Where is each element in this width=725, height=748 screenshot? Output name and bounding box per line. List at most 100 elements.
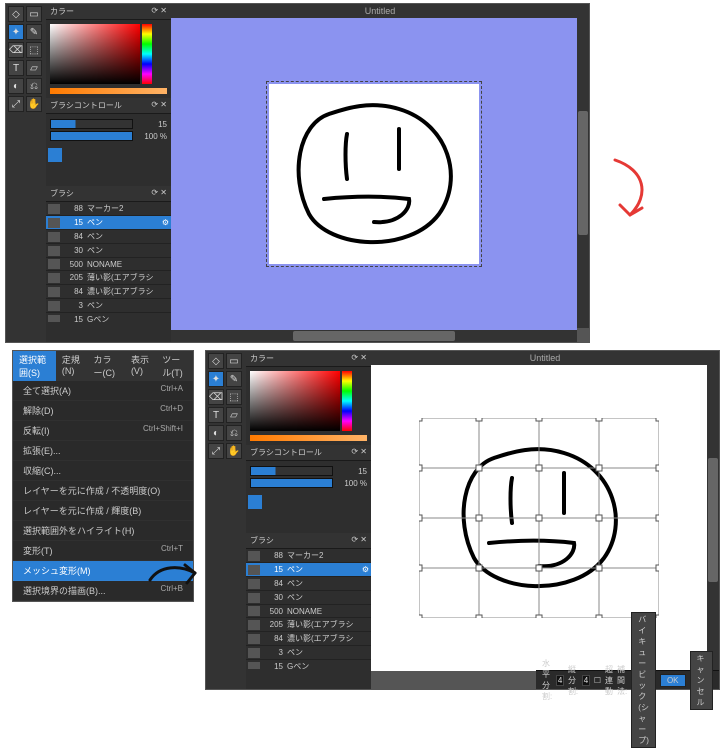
gear-icon[interactable]: ⚙ <box>162 218 169 227</box>
brush-opacity-slider[interactable] <box>50 131 133 141</box>
mesh-handle[interactable] <box>656 418 659 421</box>
mesh-handle[interactable] <box>656 615 659 618</box>
scrollbar-thumb[interactable] <box>708 458 718 582</box>
tool-wand-icon[interactable]: ✦ <box>8 24 24 40</box>
panel-close-icon[interactable]: ⟳ ✕ <box>351 353 367 364</box>
panel-close-icon[interactable]: ⟳ ✕ <box>351 535 367 546</box>
menu-item[interactable]: 全て選択(A)Ctrl+A <box>13 381 193 401</box>
tool-pen-icon[interactable]: ✎ <box>26 24 42 40</box>
brush-preset-item[interactable]: 500NONAME <box>246 605 371 618</box>
gear-icon[interactable]: ⚙ <box>362 565 369 574</box>
tool-marquee-icon[interactable]: ⬚ <box>226 389 242 405</box>
brush-panel-header[interactable]: ブラシ ⟳ ✕ <box>246 533 371 549</box>
mesh-handle[interactable] <box>419 465 422 471</box>
menu-item[interactable]: レイヤーを元に作成 / 不透明度(O) <box>13 481 193 501</box>
menu-bar-item[interactable]: 表示(V) <box>125 351 156 381</box>
tool-text-icon[interactable]: T <box>208 407 224 423</box>
brush-preset-item[interactable]: 84ペン <box>246 577 371 591</box>
brush-preset-item[interactable]: 205薄い影(エアブラシ <box>246 618 371 632</box>
tool-pan-icon[interactable]: ✋ <box>26 96 42 112</box>
brush-preset-item[interactable]: 500NONAME <box>46 258 171 271</box>
panel-close-icon[interactable]: ⟳ ✕ <box>351 447 367 458</box>
tool-pen-icon[interactable]: ✎ <box>226 371 242 387</box>
brush-preset-item[interactable]: 84濃い影(エアブラシ <box>246 632 371 646</box>
vertical-scrollbar[interactable] <box>577 18 589 328</box>
tool-erase-icon[interactable]: ⌫ <box>208 389 224 405</box>
menu-bar-item[interactable]: カラー(C) <box>88 351 125 381</box>
brush-panel-header[interactable]: ブラシ ⟳ ✕ <box>46 186 171 202</box>
menu-item[interactable]: 収縮(C)... <box>13 461 193 481</box>
brush-preset-item[interactable]: 15ペン⚙ <box>46 216 171 230</box>
viewport[interactable] <box>171 18 577 330</box>
canvas-paper[interactable] <box>419 418 659 618</box>
color-spectrum[interactable] <box>50 24 140 84</box>
menu-item[interactable]: 反転(I)Ctrl+Shift+I <box>13 421 193 441</box>
menu-item[interactable]: 拡張(E)... <box>13 441 193 461</box>
tool-shape-icon[interactable]: ▱ <box>26 60 42 76</box>
mesh-handle[interactable] <box>656 515 659 521</box>
menu-bar-item[interactable]: 選択範囲(S) <box>13 351 56 381</box>
mesh-handle[interactable] <box>419 565 422 571</box>
panel-close-icon[interactable]: ⟳ ✕ <box>151 100 167 111</box>
tool-rect-icon[interactable]: ▭ <box>26 6 42 22</box>
menu-item[interactable]: 解除(D)Ctrl+D <box>13 401 193 421</box>
brush-preset-item[interactable]: 30ペン <box>246 591 371 605</box>
brush-list[interactable]: 88マーカー215ペン⚙84ペン30ペン500NONAME205薄い影(エアブラ… <box>246 549 371 669</box>
interp-dropdown[interactable]: バイキュービック(シャープ) <box>631 612 656 748</box>
tool-marquee-icon[interactable]: ⬚ <box>26 42 42 58</box>
tool-pan-icon[interactable]: ✋ <box>226 443 242 459</box>
link-checkbox[interactable]: ☐ <box>594 676 601 685</box>
swatch-icon[interactable] <box>248 495 262 509</box>
tool-rect-icon[interactable]: ▭ <box>226 353 242 369</box>
color-spectrum[interactable] <box>250 371 340 431</box>
brush-preset-item[interactable]: 88マーカー2 <box>246 549 371 563</box>
scrollbar-thumb[interactable] <box>293 331 455 341</box>
menu-bar-item[interactable]: ツール(T) <box>156 351 193 381</box>
brush-preset-item[interactable]: 84ペン <box>46 230 171 244</box>
mesh-handle[interactable] <box>596 418 602 421</box>
mesh-handle[interactable] <box>419 515 422 521</box>
tool-text-icon[interactable]: T <box>8 60 24 76</box>
mesh-handle[interactable] <box>419 418 422 421</box>
horizontal-scrollbar[interactable] <box>171 330 577 342</box>
canvas-paper[interactable] <box>269 84 479 264</box>
swatch-icon[interactable] <box>48 148 62 162</box>
mesh-handle[interactable] <box>476 418 482 421</box>
tool-select-icon[interactable]: ◇ <box>208 353 224 369</box>
mesh-handle[interactable] <box>536 418 542 421</box>
menu-item[interactable]: レイヤーを元に作成 / 輝度(B) <box>13 501 193 521</box>
panel-close-icon[interactable]: ⟳ ✕ <box>151 188 167 199</box>
brush-preset-item[interactable]: 205薄い影(エアブラシ <box>46 271 171 285</box>
tool-gradient-icon[interactable]: ◐ <box>208 425 224 441</box>
tool-shape-icon[interactable]: ▱ <box>226 407 242 423</box>
brush-preset-item[interactable]: 15ペン⚙ <box>246 563 371 577</box>
tool-wand-icon[interactable]: ✦ <box>208 371 224 387</box>
brushctrl-panel-header[interactable]: ブラシコントロール ⟳ ✕ <box>246 445 371 461</box>
vdiv-input[interactable]: 4 <box>582 675 590 686</box>
tool-erase-icon[interactable]: ⌫ <box>8 42 24 58</box>
vertical-scrollbar[interactable] <box>707 365 719 675</box>
viewport[interactable] <box>371 365 707 671</box>
mesh-handle[interactable] <box>596 615 602 618</box>
brush-size-slider[interactable] <box>250 466 333 476</box>
brush-preset-item[interactable]: 3ペン <box>246 646 371 660</box>
mesh-handle[interactable] <box>419 615 422 618</box>
brush-preset-item[interactable]: 15Gペン <box>46 313 171 322</box>
brush-preset-item[interactable]: 15Gペン <box>246 660 371 669</box>
mesh-handle[interactable] <box>476 615 482 618</box>
tool-smudge-icon[interactable]: ⎌ <box>226 425 242 441</box>
tool-select-icon[interactable]: ◇ <box>8 6 24 22</box>
hdiv-input[interactable]: 4 <box>556 675 564 686</box>
hue-slider[interactable] <box>142 24 152 84</box>
panel-close-icon[interactable]: ⟳ ✕ <box>151 6 167 17</box>
color-bar[interactable] <box>250 435 367 441</box>
scrollbar-thumb[interactable] <box>578 111 588 235</box>
brush-preset-item[interactable]: 88マーカー2 <box>46 202 171 216</box>
cancel-button[interactable]: キャンセル <box>690 651 714 710</box>
tool-gradient-icon[interactable]: ◐ <box>8 78 24 94</box>
tool-move-icon[interactable]: ⤢ <box>208 443 224 459</box>
menu-bar-item[interactable]: 定規(N) <box>56 351 88 381</box>
color-panel-header[interactable]: カラー ⟳ ✕ <box>246 351 371 367</box>
color-bar[interactable] <box>50 88 167 94</box>
brush-preset-item[interactable]: 30ペン <box>46 244 171 258</box>
